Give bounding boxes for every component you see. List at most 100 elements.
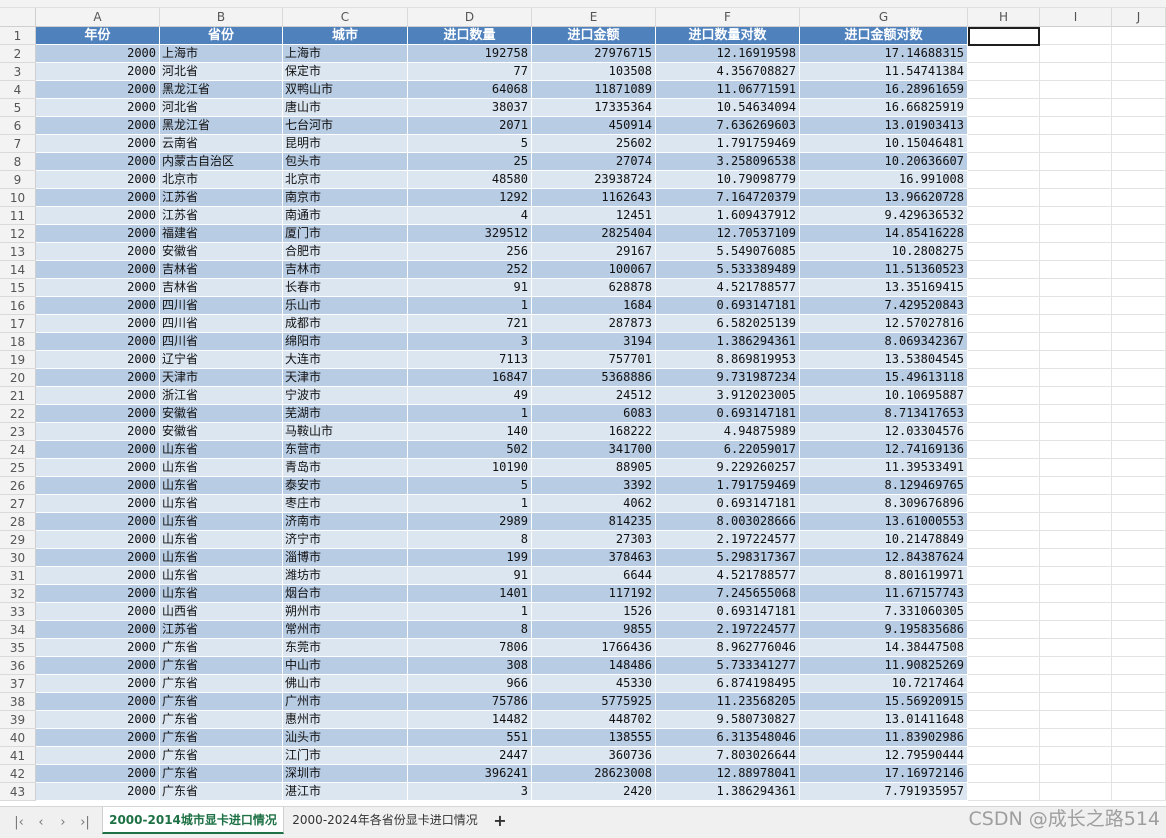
table-cell[interactable]: 12.74169136 <box>800 441 968 459</box>
empty-cell[interactable] <box>968 783 1040 801</box>
table-cell[interactable]: 黑龙江省 <box>160 81 283 99</box>
table-cell[interactable]: 2000 <box>36 423 160 441</box>
table-cell[interactable]: 云南省 <box>160 135 283 153</box>
empty-cell[interactable] <box>968 747 1040 765</box>
header-cell[interactable]: 城市 <box>283 27 408 45</box>
table-cell[interactable]: 江苏省 <box>160 189 283 207</box>
table-cell[interactable]: 0.693147181 <box>656 297 800 315</box>
table-cell[interactable]: 7.331060305 <box>800 603 968 621</box>
table-cell[interactable]: 757701 <box>532 351 656 369</box>
table-cell[interactable]: 1.791759469 <box>656 477 800 495</box>
table-cell[interactable]: 28623008 <box>532 765 656 783</box>
table-cell[interactable]: 25 <box>408 153 532 171</box>
table-cell[interactable]: 91 <box>408 567 532 585</box>
table-cell[interactable]: 山东省 <box>160 477 283 495</box>
table-cell[interactable]: 1766436 <box>532 639 656 657</box>
table-cell[interactable]: 四川省 <box>160 315 283 333</box>
table-cell[interactable]: 10.7217464 <box>800 675 968 693</box>
table-cell[interactable]: 8.962776046 <box>656 639 800 657</box>
table-cell[interactable]: 广东省 <box>160 657 283 675</box>
table-cell[interactable]: 2000 <box>36 225 160 243</box>
table-cell[interactable]: 450914 <box>532 117 656 135</box>
table-cell[interactable]: 2000 <box>36 765 160 783</box>
table-cell[interactable]: 1.386294361 <box>656 333 800 351</box>
table-cell[interactable]: 12.16919598 <box>656 45 800 63</box>
table-cell[interactable]: 502 <box>408 441 532 459</box>
empty-cell[interactable] <box>968 45 1040 63</box>
empty-cell[interactable] <box>1112 441 1166 459</box>
empty-cell[interactable] <box>1040 45 1112 63</box>
table-cell[interactable]: 10.10695887 <box>800 387 968 405</box>
table-cell[interactable]: 1684 <box>532 297 656 315</box>
table-cell[interactable]: 四川省 <box>160 333 283 351</box>
table-cell[interactable]: 140 <box>408 423 532 441</box>
empty-cell[interactable] <box>1112 783 1166 801</box>
table-cell[interactable]: 内蒙古自治区 <box>160 153 283 171</box>
table-cell[interactable]: 中山市 <box>283 657 408 675</box>
table-cell[interactable]: 山东省 <box>160 459 283 477</box>
table-cell[interactable]: 7.429520843 <box>800 297 968 315</box>
table-cell[interactable]: 2000 <box>36 459 160 477</box>
table-cell[interactable]: 16.28961659 <box>800 81 968 99</box>
empty-cell[interactable] <box>968 189 1040 207</box>
table-cell[interactable]: 3392 <box>532 477 656 495</box>
table-cell[interactable]: 75786 <box>408 693 532 711</box>
empty-cell[interactable] <box>1112 729 1166 747</box>
empty-cell[interactable] <box>968 459 1040 477</box>
empty-cell[interactable] <box>1040 387 1112 405</box>
table-cell[interactable]: 7.803026644 <box>656 747 800 765</box>
empty-cell[interactable] <box>968 423 1040 441</box>
table-cell[interactable]: 12.84387624 <box>800 549 968 567</box>
table-cell[interactable]: 吉林省 <box>160 261 283 279</box>
table-cell[interactable]: 佛山市 <box>283 675 408 693</box>
table-cell[interactable]: 3 <box>408 333 532 351</box>
empty-cell[interactable] <box>1040 531 1112 549</box>
table-cell[interactable]: 6644 <box>532 567 656 585</box>
empty-cell[interactable] <box>968 117 1040 135</box>
empty-cell[interactable] <box>1112 63 1166 81</box>
table-cell[interactable]: 2447 <box>408 747 532 765</box>
table-cell[interactable]: 吉林市 <box>283 261 408 279</box>
table-cell[interactable]: 江苏省 <box>160 207 283 225</box>
empty-cell[interactable] <box>1112 423 1166 441</box>
table-cell[interactable]: 广东省 <box>160 693 283 711</box>
empty-cell[interactable] <box>1112 225 1166 243</box>
table-cell[interactable]: 保定市 <box>283 63 408 81</box>
empty-cell[interactable] <box>1112 675 1166 693</box>
table-cell[interactable]: 枣庄市 <box>283 495 408 513</box>
empty-cell[interactable] <box>1040 99 1112 117</box>
table-cell[interactable]: 2.197224577 <box>656 621 800 639</box>
empty-cell[interactable] <box>968 63 1040 81</box>
table-cell[interactable]: 721 <box>408 315 532 333</box>
empty-cell[interactable] <box>968 549 1040 567</box>
table-cell[interactable]: 1292 <box>408 189 532 207</box>
table-cell[interactable]: 2000 <box>36 135 160 153</box>
sheet-tab-province-import[interactable]: 2000-2024年各省份显卡进口情况 <box>287 807 483 834</box>
table-cell[interactable]: 淄博市 <box>283 549 408 567</box>
empty-cell[interactable] <box>1112 153 1166 171</box>
table-cell[interactable]: 2000 <box>36 513 160 531</box>
table-cell[interactable]: 福建省 <box>160 225 283 243</box>
empty-cell[interactable] <box>1040 567 1112 585</box>
table-cell[interactable]: 长春市 <box>283 279 408 297</box>
empty-cell[interactable] <box>1112 369 1166 387</box>
table-cell[interactable]: 308 <box>408 657 532 675</box>
table-cell[interactable]: 25602 <box>532 135 656 153</box>
table-cell[interactable]: 8.069342367 <box>800 333 968 351</box>
empty-cell[interactable] <box>1112 585 1166 603</box>
table-cell[interactable]: 常州市 <box>283 621 408 639</box>
empty-cell[interactable] <box>1040 207 1112 225</box>
empty-cell[interactable] <box>1040 423 1112 441</box>
table-cell[interactable]: 2000 <box>36 315 160 333</box>
table-cell[interactable]: 8.869819953 <box>656 351 800 369</box>
empty-cell[interactable] <box>1112 477 1166 495</box>
empty-cell[interactable] <box>968 603 1040 621</box>
table-cell[interactable]: 11.54741384 <box>800 63 968 81</box>
table-cell[interactable]: 49 <box>408 387 532 405</box>
table-cell[interactable]: 2825404 <box>532 225 656 243</box>
table-cell[interactable]: 1162643 <box>532 189 656 207</box>
table-cell[interactable]: 4 <box>408 207 532 225</box>
empty-cell[interactable] <box>968 729 1040 747</box>
table-cell[interactable]: 9.580730827 <box>656 711 800 729</box>
sheet-tab-city-import[interactable]: 2000-2014城市显卡进口情况 <box>102 807 284 834</box>
